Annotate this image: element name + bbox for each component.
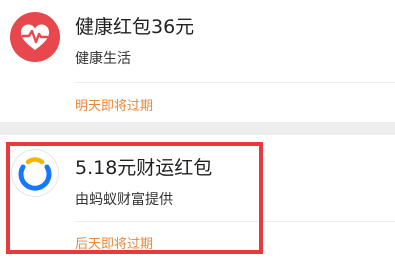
expiry-notice: 明天即将过期 — [75, 99, 154, 114]
red-packet-subtitle: 健康生活 — [75, 51, 131, 67]
red-packet-card-health[interactable]: 健康红包36元 健康生活 明天即将过期 — [0, 0, 395, 122]
heart-pulse-icon — [10, 12, 60, 62]
red-packet-title: 健康红包36元 — [75, 16, 195, 38]
highlight-box — [6, 142, 263, 254]
divider — [75, 82, 395, 83]
